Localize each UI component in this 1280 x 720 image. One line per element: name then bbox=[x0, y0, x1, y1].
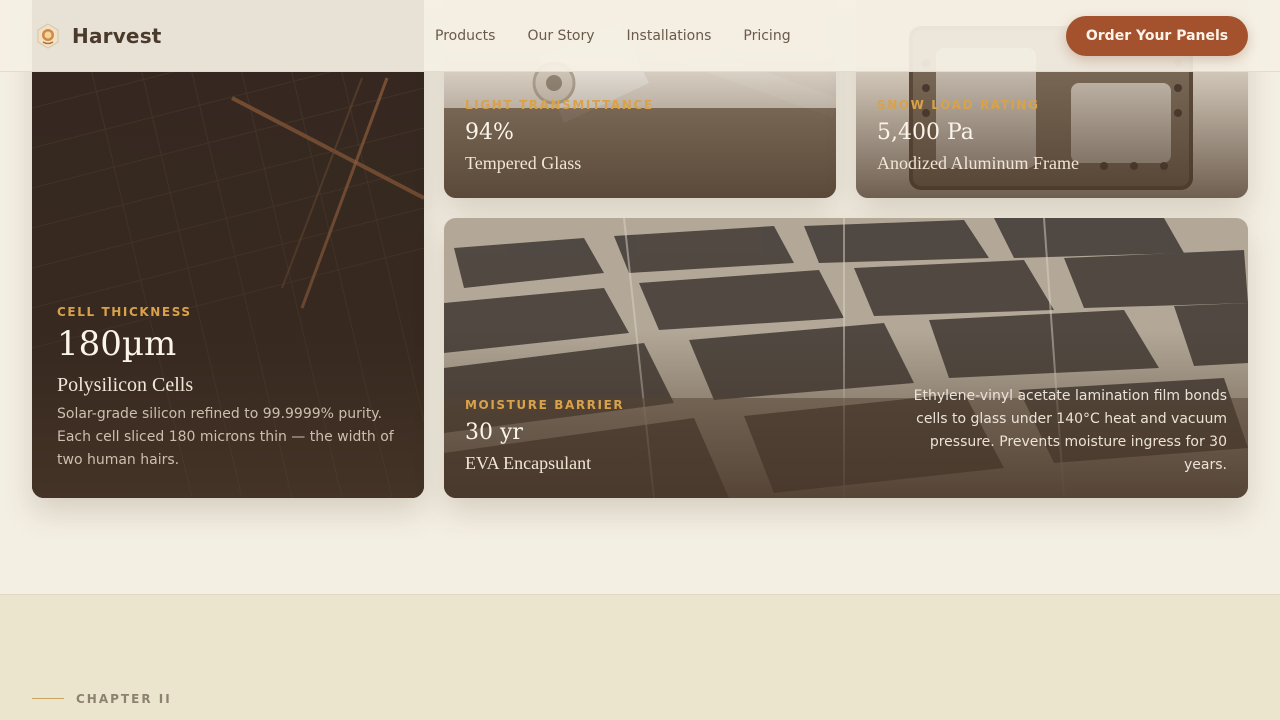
order-panels-button[interactable]: Order Your Panels bbox=[1066, 16, 1248, 56]
nav-link-products[interactable]: Products bbox=[435, 27, 495, 45]
top-navigation: Harvest Products Our Story Installations… bbox=[0, 0, 1280, 72]
snow-load-rating-label: SNOW LOAD RATING bbox=[877, 98, 1040, 112]
chapter-divider bbox=[32, 698, 64, 699]
moisture-barrier-label: MOISTURE BARRIER bbox=[465, 398, 625, 412]
glass-card-title: Tempered Glass bbox=[465, 153, 582, 173]
brand[interactable]: Harvest bbox=[36, 23, 162, 49]
nav-link-our-story[interactable]: Our Story bbox=[527, 27, 594, 45]
snow-load-rating-value: 5,400 Pa bbox=[877, 120, 974, 145]
card-eva-encapsulant[interactable]: MOISTURE BARRIER 30 yr EVA Encapsulant E… bbox=[444, 218, 1248, 498]
eva-card-title: EVA Encapsulant bbox=[465, 453, 592, 473]
light-transmittance-value: 94% bbox=[465, 120, 514, 145]
harvest-logo-icon bbox=[37, 23, 59, 49]
chapter-section: CHAPTER II bbox=[0, 594, 1280, 720]
cell-thickness-label: CELL THICKNESS bbox=[57, 305, 192, 319]
moisture-barrier-value: 30 yr bbox=[465, 420, 523, 445]
nav-link-installations[interactable]: Installations bbox=[627, 27, 712, 45]
light-transmittance-label: LIGHT TRANSMITTANCE bbox=[465, 98, 654, 112]
chapter-label: CHAPTER II bbox=[76, 692, 172, 706]
cell-card-title: Polysilicon Cells bbox=[57, 374, 194, 396]
card-polysilicon-cells[interactable]: CELL THICKNESS 180µm Polysilicon Cells S… bbox=[32, 0, 424, 498]
cell-card-description: Solar-grade silicon refined to 99.9999% … bbox=[57, 406, 394, 468]
eva-card-description: Ethylene-vinyl acetate lamination film b… bbox=[913, 388, 1227, 473]
nav-links: Products Our Story Installations Pricing bbox=[435, 27, 823, 45]
brand-name: Harvest bbox=[72, 24, 162, 48]
frame-card-title: Anodized Aluminum Frame bbox=[877, 153, 1079, 173]
cell-thickness-value: 180µm bbox=[57, 324, 177, 364]
nav-link-pricing[interactable]: Pricing bbox=[743, 27, 790, 45]
